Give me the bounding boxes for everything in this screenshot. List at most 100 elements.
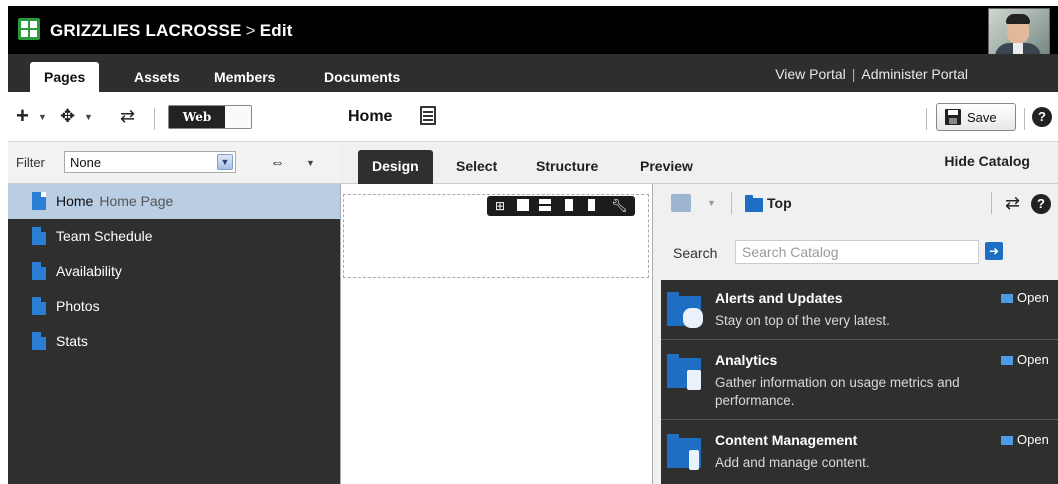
catalog-item-title: Analytics (715, 352, 778, 368)
catalog-location[interactable]: Top (767, 195, 792, 211)
view-mode-toggle[interactable]: Web (168, 105, 252, 129)
move-menu-caret-icon[interactable]: ▼ (84, 112, 93, 122)
catalog-item-title: Alerts and Updates (715, 290, 843, 306)
nav-tab-documents[interactable]: Documents (310, 62, 414, 92)
floppy-disk-icon (945, 109, 961, 125)
search-go-icon[interactable]: ➜ (985, 242, 1003, 260)
catalog-item-analytics[interactable]: Analytics Gather information on usage me… (661, 342, 1058, 420)
analytics-icon (667, 354, 703, 392)
filter-value: None (70, 155, 102, 170)
layout-three-column-icon[interactable] (561, 199, 573, 211)
administer-portal-link[interactable]: Administer Portal (861, 66, 968, 82)
chevron-down-icon: ▼ (217, 154, 233, 170)
save-label: Save (967, 110, 997, 125)
page-list: Home Home Page Team Schedule Availability… (8, 184, 340, 359)
catalog-list: Alerts and Updates Stay on top of the ve… (661, 280, 1058, 484)
open-label: Open (1017, 432, 1049, 447)
open-folder-icon (1001, 436, 1013, 445)
content-icon (667, 434, 703, 472)
toolbar-divider (1024, 108, 1025, 130)
page-item-label: Home Home Page (56, 193, 173, 209)
catalog-search: Search ➜ (653, 236, 1058, 266)
open-folder-icon (1001, 294, 1013, 303)
page-item-team-schedule[interactable]: Team Schedule (8, 219, 340, 254)
add-icon[interactable]: + (16, 105, 29, 127)
page-subtitle: Home Page (99, 193, 174, 209)
open-folder-icon (1001, 356, 1013, 365)
nav-tab-pages[interactable]: Pages (30, 62, 100, 92)
hide-catalog-link[interactable]: Hide Catalog (944, 153, 1030, 169)
catalog-item-description: Stay on top of the very latest. (715, 313, 890, 328)
catalog-item-description: Gather information on usage metrics and … (715, 375, 960, 408)
back-icon[interactable] (671, 194, 691, 212)
catalog-divider (731, 192, 732, 214)
design-tab-bar: Design Select Structure Preview Hide Cat… (340, 142, 1058, 184)
app-title: GRIZZLIES LACROSSE > Edit (50, 21, 293, 41)
page-doc-icon (32, 332, 46, 350)
tab-design[interactable]: Design (358, 150, 433, 184)
view-portal-link[interactable]: View Portal (775, 66, 846, 82)
alerts-icon (667, 292, 703, 330)
back-menu-caret-icon[interactable]: ▼ (707, 198, 716, 208)
catalog-item-description: Add and manage content. (715, 455, 870, 470)
page-doc-icon (32, 262, 46, 280)
page-name: Stats (56, 333, 88, 349)
page-name: Availability (56, 263, 122, 279)
refresh-icon[interactable]: ⇄ (120, 106, 135, 126)
app-logo-icon (18, 18, 40, 40)
open-label: Open (1017, 290, 1049, 305)
catalog-divider (991, 192, 992, 214)
catalog-panel: ▼ Top ⇄ ? Search ➜ Alerts and Updates St… (652, 184, 1058, 484)
page-doc-icon (32, 227, 46, 245)
page-properties-icon[interactable] (420, 106, 436, 125)
link-menu-caret-icon[interactable]: ▼ (306, 158, 315, 168)
tab-select[interactable]: Select (442, 150, 511, 184)
view-mode-label: Web (169, 106, 225, 128)
layout-one-column-icon[interactable] (517, 199, 529, 211)
open-link[interactable]: Open (1001, 352, 1049, 367)
page-name: Home (56, 193, 94, 209)
add-menu-caret-icon[interactable]: ▼ (38, 112, 47, 122)
search-label: Search (673, 245, 718, 261)
catalog-help-icon[interactable]: ? (1031, 194, 1051, 214)
page-item-availability[interactable]: Availability (8, 254, 340, 289)
page-name: Photos (56, 298, 100, 314)
catalog-toolbar: ▼ Top ⇄ ? (653, 184, 1058, 222)
save-button[interactable]: Save (936, 103, 1016, 131)
open-link[interactable]: Open (1001, 432, 1049, 447)
top-banner: GRIZZLIES LACROSSE > Edit (8, 6, 1058, 66)
page-item-stats[interactable]: Stats (8, 324, 340, 359)
catalog-item-title: Content Management (715, 432, 858, 448)
open-label: Open (1017, 352, 1049, 367)
tab-structure[interactable]: Structure (522, 150, 612, 184)
layout-two-row-icon[interactable] (539, 199, 551, 211)
nav-tab-members[interactable]: Members (200, 62, 289, 92)
filter-dropdown[interactable]: None ▼ (64, 151, 236, 173)
pages-panel: Filter None ▼ ⇔ ▼ Home Home Page Team Sch… (8, 142, 340, 484)
page-name: Team Schedule (56, 228, 153, 244)
main-nav: Pages Assets Members Documents View Port… (8, 54, 1058, 92)
catalog-item-alerts[interactable]: Alerts and Updates Stay on top of the ve… (661, 280, 1058, 340)
catalog-item-content-management[interactable]: Content Management Add and manage conten… (661, 422, 1058, 484)
tab-preview[interactable]: Preview (626, 150, 707, 184)
page-doc-icon (32, 297, 46, 315)
editor-toolbar: + ▼ ✥ ▼ ⇄ Web Home Save ? (8, 92, 1058, 142)
layout-toolbar: ⊞ 🔧︎ (487, 196, 635, 216)
design-canvas: ⊞ 🔧︎ (340, 184, 652, 484)
link-icon[interactable]: ⇔ (270, 154, 285, 171)
move-icon[interactable]: ✥ (60, 106, 75, 126)
layout-two-column-icon[interactable] (583, 199, 595, 211)
open-link[interactable]: Open (1001, 290, 1049, 305)
app-name: GRIZZLIES LACROSSE (50, 21, 242, 40)
filter-bar: Filter None ▼ ⇔ ▼ (8, 142, 340, 184)
page-item-home[interactable]: Home Home Page (8, 184, 340, 219)
catalog-search-input[interactable] (735, 240, 979, 264)
title-separator: > (245, 21, 256, 40)
portal-links: View Portal | Administer Portal (775, 66, 968, 82)
nav-tab-assets[interactable]: Assets (120, 62, 194, 92)
wrench-icon[interactable]: 🔧︎ (611, 199, 628, 213)
add-content-icon[interactable]: ⊞ (495, 199, 505, 213)
catalog-refresh-icon[interactable]: ⇄ (1005, 193, 1020, 214)
page-item-photos[interactable]: Photos (8, 289, 340, 324)
help-icon[interactable]: ? (1032, 107, 1052, 127)
